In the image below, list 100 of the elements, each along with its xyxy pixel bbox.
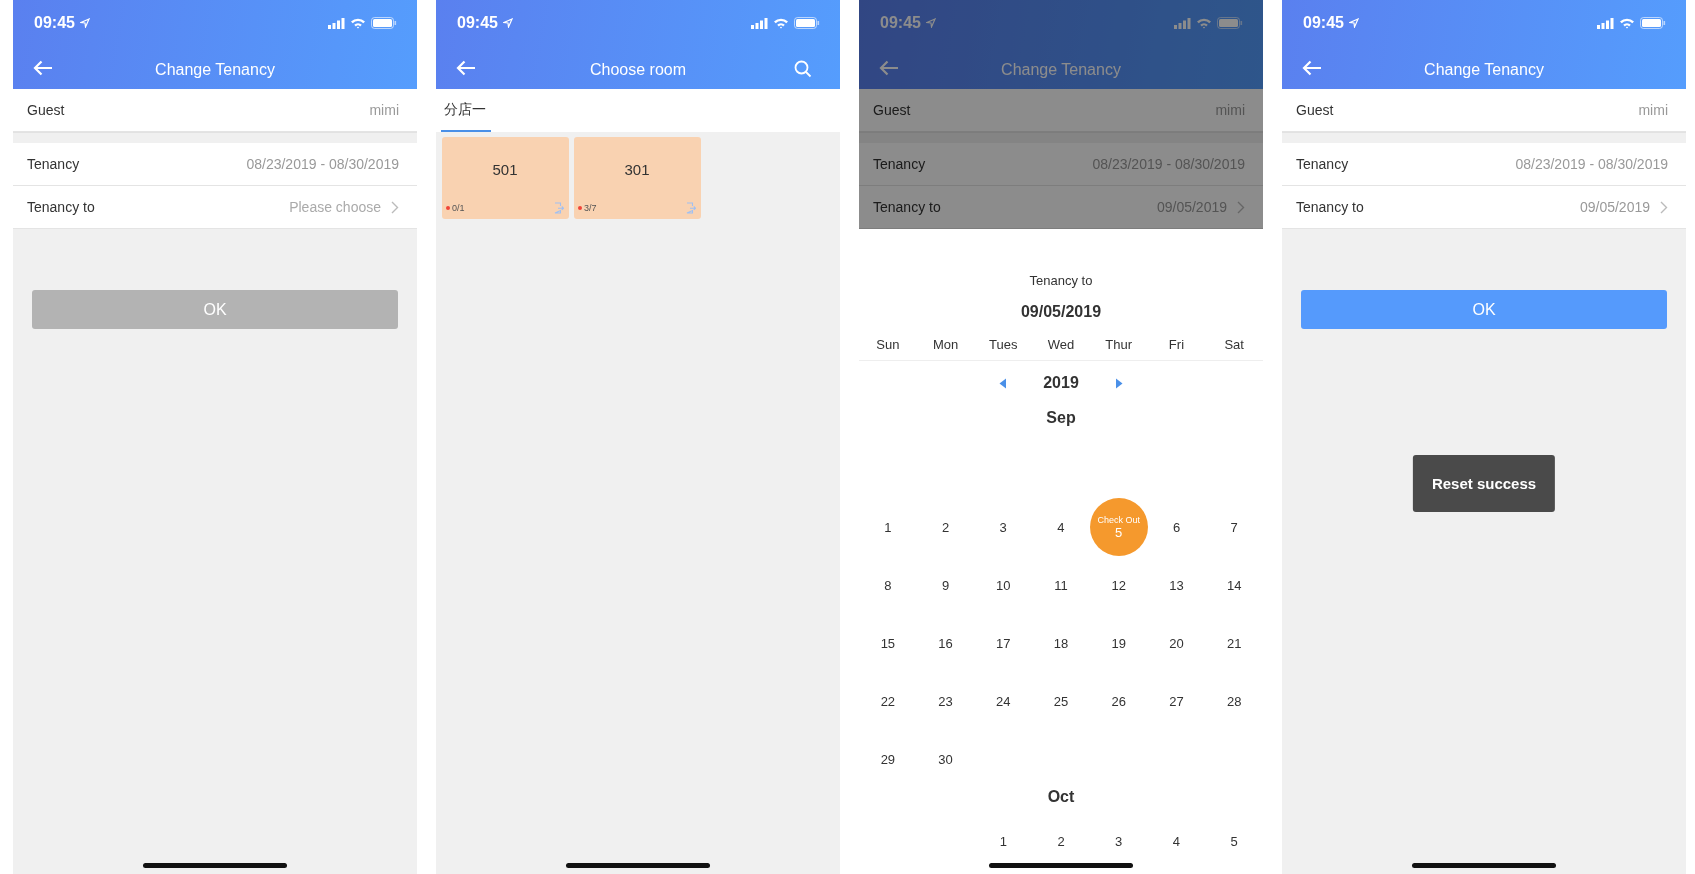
calendar-day[interactable]: 27 [1169,693,1184,709]
row-value: 08/23/2019 - 08/30/2019 [1515,156,1668,172]
back-arrow-icon[interactable] [33,60,53,76]
row-label: Tenancy [27,156,81,172]
calendar-day[interactable]: 26 [1111,693,1126,709]
wifi-icon [1196,17,1212,29]
room-number: 501 [492,161,518,178]
row-value: 08/23/2019 - 08/30/2019 [1092,156,1245,172]
wifi-icon [350,17,366,29]
calendar-day[interactable]: 3 [999,519,1007,535]
screen-title: Change Tenancy [1001,60,1121,79]
month-label: Sep [1046,409,1076,428]
room-number: 301 [624,161,650,178]
calendar-day[interactable]: 4 [1172,833,1181,849]
row-label: Tenancy to [27,199,96,215]
calendar-day[interactable]: 28 [1226,693,1242,709]
calendar-day[interactable]: 6 [1172,519,1181,535]
row-value: 08/23/2019 - 08/30/2019 [246,156,399,172]
weekday-label: Sat [1223,337,1245,352]
row-placeholder: Please choose [289,199,381,215]
calendar-day[interactable]: 10 [996,577,1011,593]
wifi-icon [1619,17,1635,29]
calendar-day[interactable]: 2 [941,519,950,535]
row-value: mimi [1638,102,1668,118]
signal-icon [1597,17,1614,29]
calendar-day[interactable]: 2 [1057,833,1065,849]
weekday-label: Thur [1104,337,1134,352]
weekday-label: Wed [1046,337,1076,352]
calendar-day[interactable]: 25 [1053,693,1069,709]
back-arrow-icon[interactable] [456,60,476,76]
calendar-day[interactable]: 5 [1230,833,1238,849]
tenancy-to-picker[interactable]: Tenancy to 09/05/2019 [1282,186,1686,229]
picked-date: 09/05/2019 [1020,303,1102,321]
wifi-icon [773,17,789,29]
next-year-icon[interactable] [1114,377,1123,389]
calendar-day[interactable]: 22 [880,693,896,709]
previous-year-icon[interactable] [999,377,1008,389]
calendar-day[interactable]: 7 [1230,519,1238,535]
location-arrow-icon [1348,18,1359,28]
row-label: Guest [1296,102,1335,118]
row-value: 09/05/2019 [1579,199,1650,215]
tenancy-to-picker[interactable]: Tenancy to 09/05/2019 [859,186,1263,229]
calendar-day[interactable]: 17 [996,635,1011,651]
row-label: Tenancy to [873,199,942,215]
search-icon[interactable] [794,60,812,78]
room-card[interactable]: 501 0/1 [442,137,569,219]
battery-icon [371,17,397,29]
calendar-day[interactable]: 8 [884,577,892,593]
calendar-day[interactable]: 16 [938,635,953,651]
back-arrow-icon[interactable] [1302,60,1322,76]
back-arrow-icon[interactable] [879,60,899,76]
location-arrow-icon [79,18,90,28]
calendar-day[interactable]: 29 [880,751,896,767]
row-label: Tenancy to [1296,199,1365,215]
calendar-day[interactable]: 23 [938,693,953,709]
screen-title: Change Tenancy [155,60,275,79]
row-label: Guest [27,102,66,118]
calendar-day[interactable]: 11 [1054,577,1068,593]
status-time: 09:45 [1303,14,1344,32]
calendar-day[interactable]: 19 [1111,635,1126,651]
status-time: 09:45 [457,14,498,32]
calendar-day[interactable]: 12 [1111,577,1126,593]
calendar-day[interactable]: 30 [938,751,953,767]
row-label: Guest [873,102,912,118]
door-icon [686,202,696,214]
signal-icon [328,17,345,29]
room-card[interactable]: 301 3/7 [574,137,701,219]
calendar-day[interactable]: 15 [880,635,896,651]
room-occupancy: 0/1 [452,203,465,213]
row-value: mimi [1215,102,1245,118]
calendar-day[interactable]: 24 [996,693,1011,709]
row-label: Tenancy [873,156,927,172]
calendar-day[interactable]: 1 [884,519,892,535]
status-time: 09:45 [34,14,75,32]
calendar-day[interactable]: 13 [1169,577,1184,593]
store-tab[interactable]: 分店一 [441,101,491,132]
weekday-label: Sun [875,337,901,352]
screen-title: Choose room [589,60,686,79]
weekday-label: Tues [988,337,1019,352]
calendar-day[interactable]: 9 [941,577,950,593]
location-arrow-icon [502,18,513,28]
calendar-day[interactable]: 4 [1057,519,1065,535]
tenancy-to-picker[interactable]: Tenancy to Please choose [13,186,417,229]
calendar-day[interactable]: 18 [1053,635,1069,651]
weekday-label: Fri [1167,337,1186,352]
battery-icon [794,17,820,29]
status-time: 09:45 [880,14,921,32]
calendar-day[interactable]: 3 [1115,833,1123,849]
room-occupancy: 3/7 [584,203,597,213]
calendar-day[interactable]: 20 [1169,635,1184,651]
year-label: 2019 [1043,374,1079,392]
signal-icon [751,17,768,29]
row-label: Tenancy [1296,156,1350,172]
toast-message: Reset success [1412,455,1556,512]
picker-caption: Tenancy to [1029,273,1093,288]
calendar-day[interactable]: 21 [1226,635,1242,651]
calendar-day[interactable]: 1 [999,833,1007,849]
screen-title: Change Tenancy [1424,60,1544,79]
calendar-day[interactable]: 14 [1226,577,1242,593]
door-icon [554,202,564,214]
